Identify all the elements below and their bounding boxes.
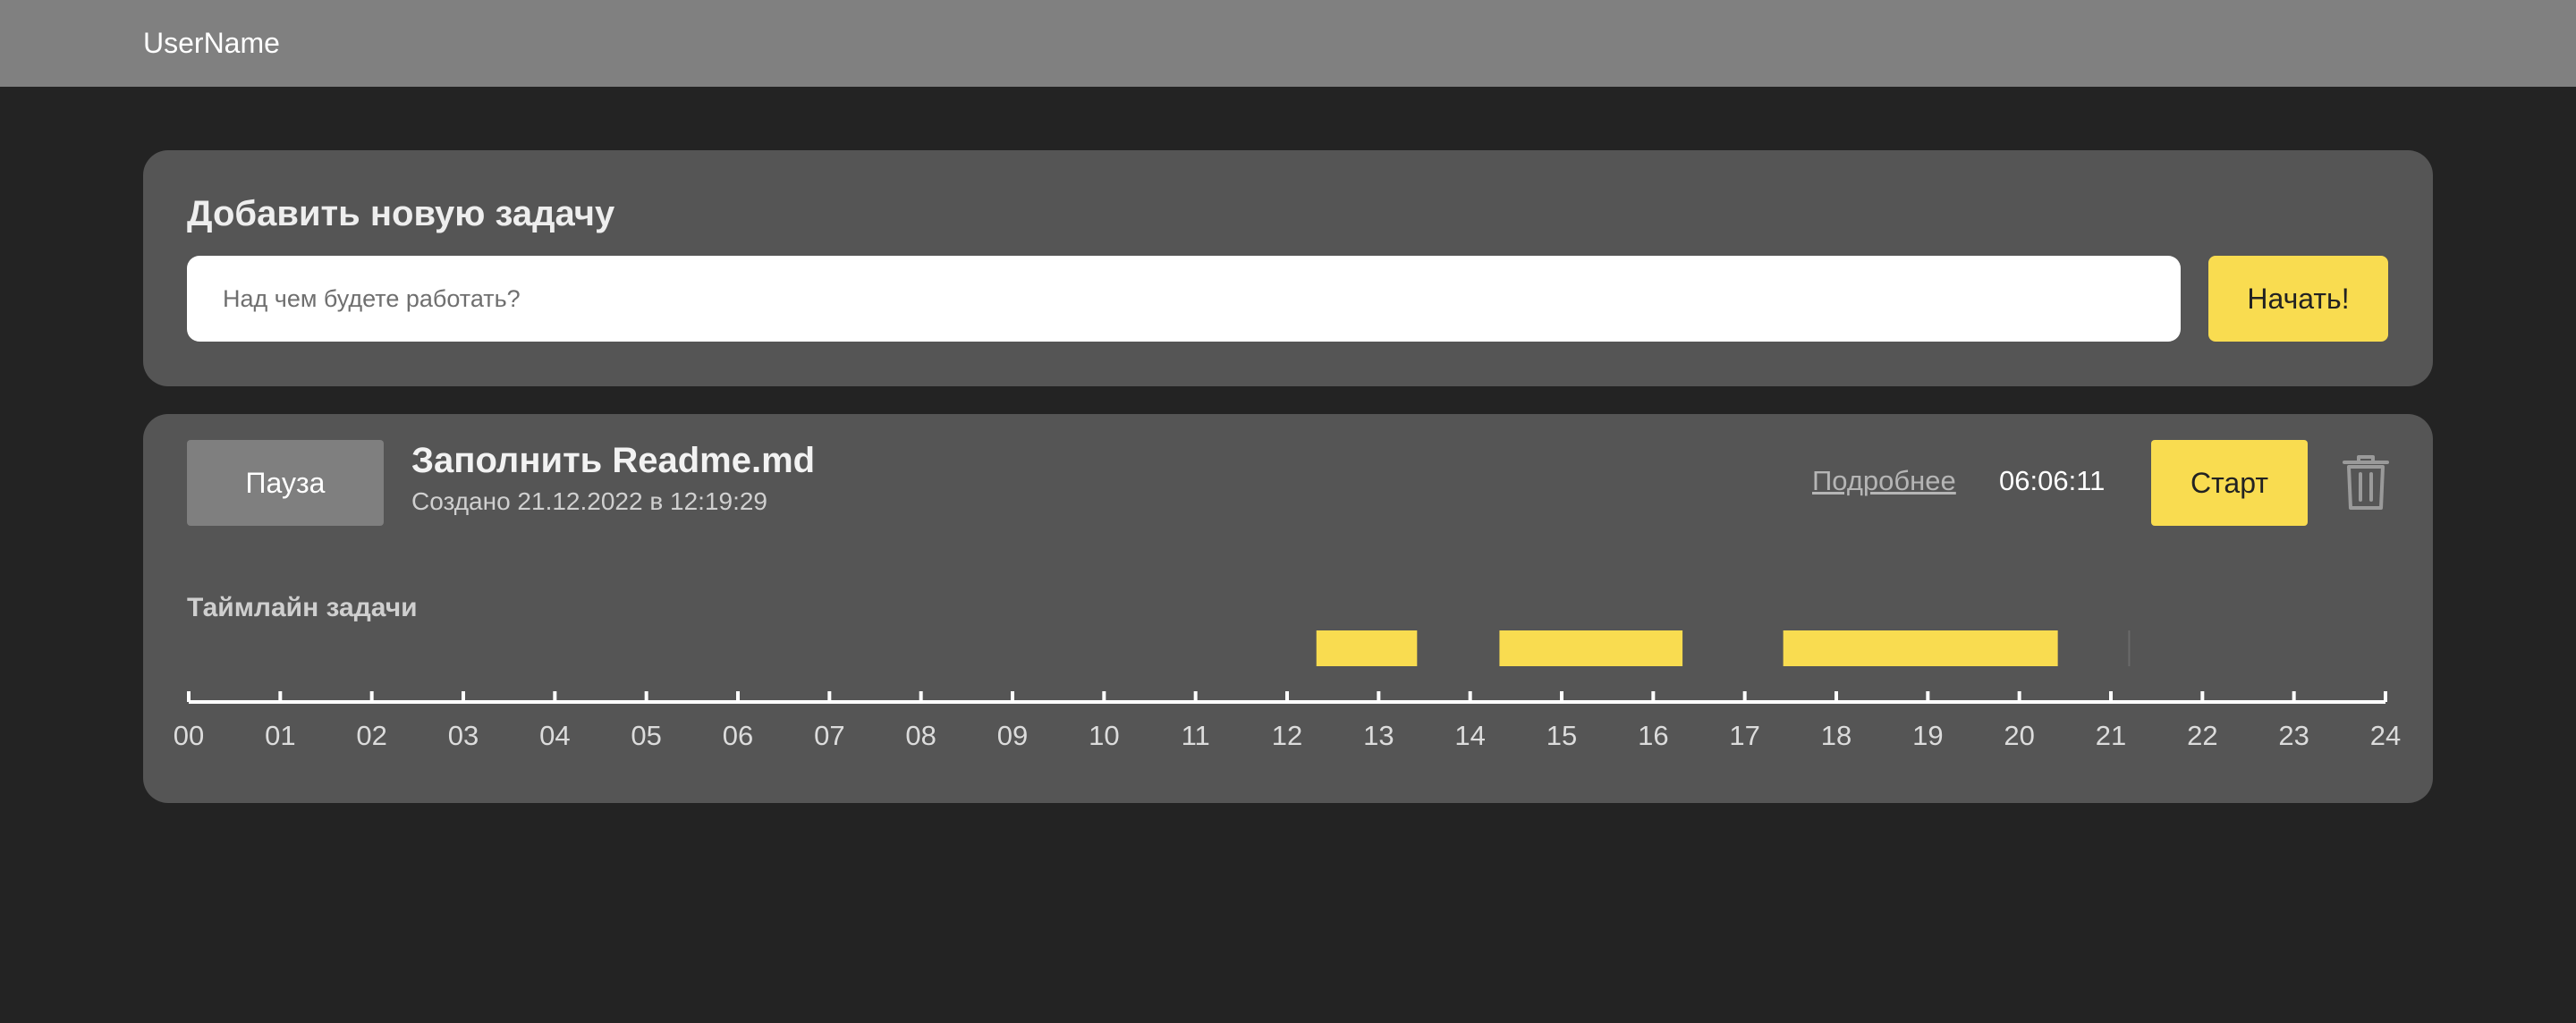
timeline-hour-label: 07: [814, 720, 844, 751]
timeline-hour-label: 06: [723, 720, 753, 751]
timeline-hour-label: 08: [905, 720, 936, 751]
timeline-hour-label: 19: [1912, 720, 1943, 751]
timeline-hour-label: 22: [2187, 720, 2217, 751]
timeline-hour-label: 20: [2004, 720, 2034, 751]
timeline-segment: [1499, 630, 1683, 666]
timeline-hour-label: 16: [1638, 720, 1668, 751]
elapsed-time: 06:06:11: [1999, 465, 2106, 496]
task-card: Пауза Заполнить Readme.md Создано 21.12.…: [143, 414, 2433, 803]
timeline-hour-label: 15: [1546, 720, 1577, 751]
task-name: Заполнить Readme.md: [411, 441, 816, 480]
timeline-hour-label: 00: [174, 720, 204, 751]
timeline-hour-label: 24: [2370, 720, 2401, 751]
username[interactable]: UserName: [143, 27, 280, 59]
timeline-hour-label: 11: [1182, 720, 1210, 751]
timeline-hour-label: 18: [1821, 720, 1852, 751]
timeline-hour-label: 23: [2278, 720, 2309, 751]
task-created-date: Создано 21.12.2022 в 12:19:29: [411, 487, 767, 515]
timeline-hour-label: 21: [2096, 720, 2126, 751]
start-task-button[interactable]: Старт: [2151, 440, 2308, 526]
timeline-hour-label: 02: [356, 720, 386, 751]
timeline-segment: [1316, 630, 1418, 666]
timeline-hour-label: 10: [1089, 720, 1119, 751]
timeline-hour-label: 04: [539, 720, 570, 751]
timeline-hour-label: 17: [1729, 720, 1759, 751]
timeline-hour-label: 09: [997, 720, 1028, 751]
add-task-title: Добавить новую задачу: [187, 194, 615, 233]
task-timeline: 00 01 02 03 04 05 06 07 08 09 10 11 12 13 14 15 16 17 18 19…: [174, 630, 2401, 751]
start-new-task-button[interactable]: Начать!: [2208, 256, 2388, 342]
details-link[interactable]: Подробнее: [1812, 465, 1956, 497]
timeline-segment: [1783, 630, 2058, 666]
pause-button[interactable]: Пауза: [187, 440, 384, 526]
timeline-hour-label: 14: [1454, 720, 1485, 751]
top-bar: UserName: [0, 0, 2576, 87]
timeline-hour-label: 05: [631, 720, 661, 751]
timeline-hour-label: 12: [1272, 720, 1302, 751]
timeline-hour-label: 13: [1363, 720, 1394, 751]
add-task-panel: Добавить новую задачу Начать!: [143, 150, 2433, 386]
timeline-hour-label: 03: [448, 720, 479, 751]
new-task-input[interactable]: [187, 256, 2181, 342]
trash-icon[interactable]: [2339, 454, 2393, 512]
timeline-hour-label: 01: [265, 720, 295, 751]
timeline-title: Таймлайн задачи: [187, 593, 418, 622]
